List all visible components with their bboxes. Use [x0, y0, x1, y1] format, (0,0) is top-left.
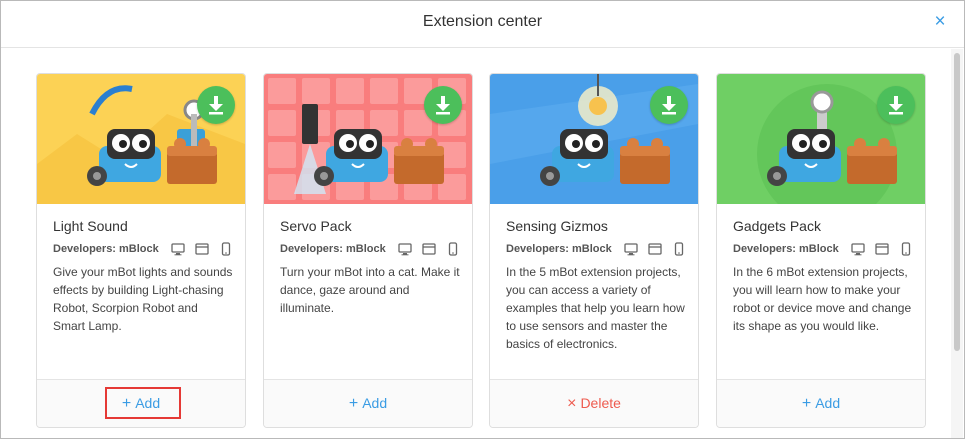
- desktop-icon: [851, 242, 865, 256]
- extension-description: Turn your mBot into a cat. Make it dance…: [280, 265, 460, 315]
- highlight-box: [105, 387, 181, 419]
- developer-row: Developers: mBlock: [280, 242, 460, 258]
- extension-card[interactable]: Gadgets Pack Developers: mBlock In the 6…: [716, 73, 926, 428]
- mobile-icon: [446, 242, 460, 256]
- extension-description: In the 6 mBot extension projects, you wi…: [733, 265, 912, 333]
- card-footer: + Add: [37, 379, 245, 427]
- extension-description: In the 5 mBot extension projects, you ca…: [506, 265, 685, 351]
- extension-title: Light Sound: [53, 218, 128, 234]
- extension-center-dialog: Extension center × Light Sound Developer…: [0, 0, 965, 439]
- developer-label: Developers: mBlock: [280, 243, 386, 255]
- delete-label: Delete: [580, 395, 621, 411]
- extension-card[interactable]: Sensing Gizmos Developers: mBlock In the…: [489, 73, 699, 428]
- delete-x-icon: ×: [567, 395, 577, 412]
- download-icon[interactable]: [650, 86, 688, 124]
- add-button[interactable]: + Add: [264, 380, 472, 427]
- download-icon[interactable]: [877, 86, 915, 124]
- developer-label: Developers: mBlock: [506, 243, 612, 255]
- developer-row: Developers: mBlock: [733, 242, 913, 258]
- extension-thumbnail-sensing-gizmos[interactable]: [490, 74, 698, 204]
- download-icon[interactable]: [424, 86, 462, 124]
- platform-icons: [161, 242, 233, 260]
- browser-window-icon: [648, 242, 662, 256]
- card-footer: + Add: [717, 379, 925, 427]
- browser-window-icon: [422, 242, 436, 256]
- add-button[interactable]: + Add: [717, 380, 925, 427]
- developer-row: Developers: mBlock: [53, 242, 233, 258]
- extension-title: Servo Pack: [280, 218, 352, 234]
- close-icon[interactable]: ×: [930, 12, 950, 32]
- extension-description: Give your mBot lights and sounds effects…: [53, 265, 233, 333]
- plus-icon: +: [801, 395, 812, 412]
- download-icon[interactable]: [197, 86, 235, 124]
- developer-label: Developers: mBlock: [733, 243, 839, 255]
- dialog-title: Extension center: [422, 13, 543, 30]
- platform-icons: [388, 242, 460, 260]
- platform-icons: [614, 242, 686, 260]
- desktop-icon: [398, 242, 412, 256]
- add-label: Add: [815, 395, 841, 411]
- plus-icon: +: [348, 395, 359, 412]
- developer-label: Developers: mBlock: [53, 243, 159, 255]
- platform-icons: [841, 242, 913, 260]
- extension-title: Sensing Gizmos: [506, 218, 608, 234]
- extension-card[interactable]: Light Sound Developers: mBlock Give your…: [36, 73, 246, 428]
- desktop-icon: [624, 242, 638, 256]
- scrollbar-thumb[interactable]: [954, 53, 960, 351]
- scrollbar[interactable]: [951, 49, 963, 438]
- delete-button[interactable]: × Delete: [490, 380, 698, 427]
- add-label: Add: [362, 395, 388, 411]
- browser-window-icon: [875, 242, 889, 256]
- extension-list: Light Sound Developers: mBlock Give your…: [1, 49, 951, 438]
- dialog-header: Extension center ×: [1, 1, 964, 48]
- extension-thumbnail-light-sound[interactable]: [37, 74, 245, 204]
- extension-title: Gadgets Pack: [733, 218, 821, 234]
- developer-row: Developers: mBlock: [506, 242, 686, 258]
- extension-thumbnail-servo-pack[interactable]: [264, 74, 472, 204]
- card-footer: + Add: [264, 379, 472, 427]
- mobile-icon: [219, 242, 233, 256]
- mobile-icon: [899, 242, 913, 256]
- mobile-icon: [672, 242, 686, 256]
- extension-card[interactable]: Servo Pack Developers: mBlock Turn your …: [263, 73, 473, 428]
- desktop-icon: [171, 242, 185, 256]
- browser-window-icon: [195, 242, 209, 256]
- extension-thumbnail-gadgets-pack[interactable]: [717, 74, 925, 204]
- card-footer: × Delete: [490, 379, 698, 427]
